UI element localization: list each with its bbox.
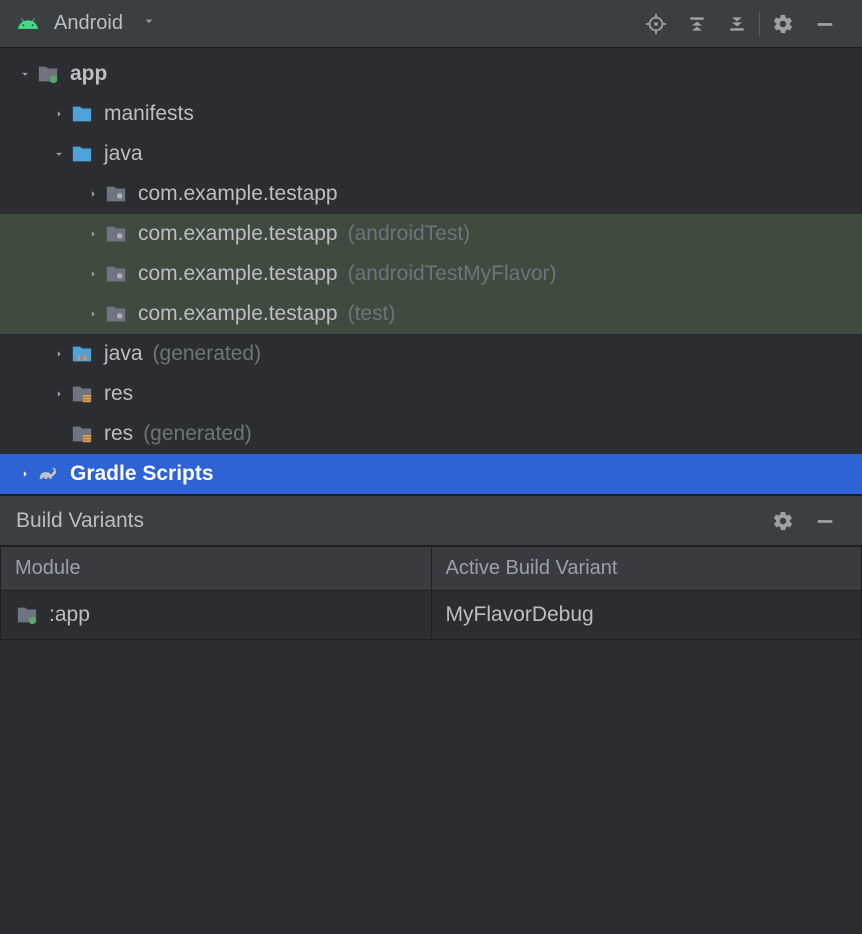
tree-node-java-generated[interactable]: java (generated) xyxy=(0,334,862,374)
tree-node-package[interactable]: com.example.testapp xyxy=(0,174,862,214)
tree-node-res-generated[interactable]: res (generated) xyxy=(0,414,862,454)
gear-icon[interactable] xyxy=(762,13,804,35)
tree-label: java xyxy=(104,342,143,366)
gradle-icon xyxy=(36,462,60,486)
module-folder-icon xyxy=(36,62,60,86)
tree-node-app[interactable]: app xyxy=(0,54,862,94)
expand-all-icon[interactable] xyxy=(677,14,717,34)
chevron-right-icon[interactable] xyxy=(48,387,70,401)
variant-cell[interactable]: MyFlavorDebug xyxy=(431,591,862,640)
project-view-toolbar: Android xyxy=(0,0,862,48)
tree-suffix: (generated) xyxy=(153,342,262,366)
tree-label: com.example.testapp xyxy=(138,182,338,206)
build-variants-panel: Build Variants Module Active Build Varia… xyxy=(0,494,862,640)
tree-label: com.example.testapp xyxy=(138,222,338,246)
generated-folder-icon xyxy=(70,342,94,366)
chevron-right-icon[interactable] xyxy=(48,347,70,361)
tree-node-package-test[interactable]: com.example.testapp (androidTest) xyxy=(0,214,862,254)
chevron-right-icon[interactable] xyxy=(82,307,104,321)
module-name: :app xyxy=(49,603,90,627)
tree-node-java[interactable]: java xyxy=(0,134,862,174)
tree-node-gradle-scripts[interactable]: Gradle Scripts xyxy=(0,454,862,494)
tree-suffix: (test) xyxy=(348,302,396,326)
tree-label: Gradle Scripts xyxy=(70,462,214,486)
chevron-down-icon[interactable] xyxy=(48,147,70,161)
chevron-right-icon[interactable] xyxy=(14,467,36,481)
tree-label: com.example.testapp xyxy=(138,302,338,326)
tree-label: java xyxy=(104,142,143,166)
tree-suffix: (androidTest) xyxy=(348,222,471,246)
chevron-down-icon[interactable] xyxy=(141,12,157,35)
tree-suffix: (generated) xyxy=(143,422,252,446)
package-folder-icon xyxy=(104,302,128,326)
android-icon xyxy=(16,12,40,36)
toolbar-divider xyxy=(759,12,760,36)
collapse-all-icon[interactable] xyxy=(717,14,757,34)
tree-node-package-test[interactable]: com.example.testapp (androidTestMyFlavor… xyxy=(0,254,862,294)
column-module[interactable]: Module xyxy=(1,547,432,591)
package-folder-icon xyxy=(104,262,128,286)
tree-suffix: (androidTestMyFlavor) xyxy=(348,262,557,286)
tree-label: app xyxy=(70,62,107,86)
gear-icon[interactable] xyxy=(762,510,804,532)
package-folder-icon xyxy=(104,222,128,246)
tree-node-package-test[interactable]: com.example.testapp (test) xyxy=(0,294,862,334)
minimize-icon[interactable] xyxy=(804,510,846,532)
tree-node-res[interactable]: res xyxy=(0,374,862,414)
package-folder-icon xyxy=(104,182,128,206)
project-tree: app manifests java com.example.testapp xyxy=(0,48,862,494)
target-icon[interactable] xyxy=(635,13,677,35)
tree-label: res xyxy=(104,422,133,446)
module-folder-icon xyxy=(15,603,39,627)
tree-label: manifests xyxy=(104,102,194,126)
chevron-right-icon[interactable] xyxy=(82,187,104,201)
build-variants-table: Module Active Build Variant :app MyFlavo… xyxy=(0,546,862,640)
view-type-label[interactable]: Android xyxy=(54,12,123,35)
chevron-right-icon[interactable] xyxy=(82,267,104,281)
resource-folder-icon xyxy=(70,382,94,406)
chevron-right-icon[interactable] xyxy=(48,107,70,121)
chevron-down-icon[interactable] xyxy=(14,67,36,81)
tree-node-manifests[interactable]: manifests xyxy=(0,94,862,134)
resource-folder-icon xyxy=(70,422,94,446)
chevron-right-icon[interactable] xyxy=(82,227,104,241)
column-variant[interactable]: Active Build Variant xyxy=(431,547,862,591)
panel-title: Build Variants xyxy=(16,509,144,533)
panel-header: Build Variants xyxy=(0,496,862,546)
folder-icon xyxy=(70,142,94,166)
minimize-icon[interactable] xyxy=(804,13,846,35)
table-row[interactable]: :app MyFlavorDebug xyxy=(1,591,862,640)
tree-label: res xyxy=(104,382,133,406)
tree-label: com.example.testapp xyxy=(138,262,338,286)
folder-icon xyxy=(70,102,94,126)
